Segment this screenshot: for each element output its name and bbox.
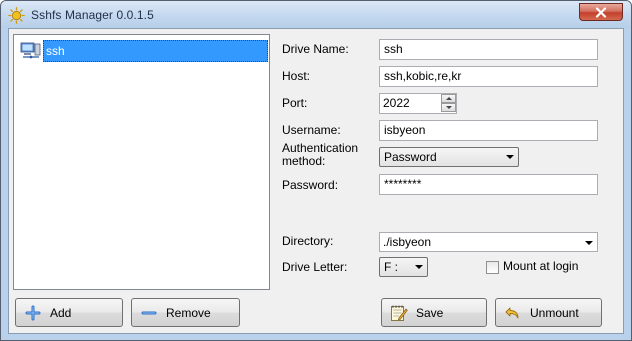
minus-icon [140,304,158,322]
port-increment-button[interactable] [441,94,456,103]
host-label: Host: [282,69,311,83]
drive-letter-select[interactable]: F : [379,257,428,277]
drive-letter-label: Drive Letter: [282,260,348,274]
port-value: 2022 [383,96,410,110]
port-decrement-button[interactable] [441,103,456,112]
undo-arrow-icon [504,304,522,322]
auth-method-label-line1: Authentication [282,141,359,155]
save-button[interactable]: Save [381,298,487,327]
auth-method-label: Authentication method: [282,142,358,168]
directory-combobox[interactable]: ./isbyeon [379,232,598,252]
remove-button-label: Remove [166,305,211,320]
auth-method-select[interactable]: Password [379,147,519,167]
sun-app-icon [8,7,25,24]
username-field[interactable]: isbyeon [379,120,598,141]
drive-item-label: ssh [43,40,268,62]
port-stepper[interactable]: 2022 [379,93,457,114]
drive-name-field[interactable]: ssh [379,39,598,60]
client-area: ssh Add Remove Drive Name: ssh Host: ssh… [8,28,624,334]
unmount-button[interactable]: Unmount [495,298,602,327]
close-button[interactable] [579,3,623,21]
port-label: Port: [282,96,308,110]
directory-value: ./isbyeon [383,235,432,249]
password-label: Password: [282,178,339,192]
window-title: Sshfs Manager 0.0.1.5 [31,8,154,22]
title-bar[interactable]: Sshfs Manager 0.0.1.5 [1,1,631,28]
list-item[interactable]: ssh [20,40,268,62]
network-computer-icon [20,42,41,59]
directory-label: Directory: [282,234,334,248]
mount-at-login-checkbox[interactable] [486,261,499,274]
add-button[interactable]: Add [15,298,123,327]
notepad-pencil-icon [390,304,408,322]
remove-button[interactable]: Remove [131,298,240,327]
mount-at-login-label[interactable]: Mount at login [503,259,578,273]
password-field[interactable]: ******** [379,174,598,195]
plus-icon [24,304,42,322]
auth-method-value: Password [384,150,437,164]
host-field[interactable]: ssh,kobic,re,kr [379,66,598,87]
drive-name-label: Drive Name: [282,42,349,56]
unmount-button-label: Unmount [530,305,579,320]
username-label: Username: [282,123,341,137]
chevron-down-icon [415,265,423,269]
add-button-label: Add [50,305,72,320]
drive-list[interactable]: ssh [13,34,270,290]
chevron-down-icon[interactable] [585,241,593,245]
drive-letter-value: F : [384,260,398,274]
close-icon [595,6,607,18]
chevron-down-icon [506,155,514,159]
save-button-label: Save [416,305,444,320]
auth-method-label-line2: method: [282,154,326,168]
app-window: Sshfs Manager 0.0.1.5 ssh Add Remove Dri… [0,0,632,341]
